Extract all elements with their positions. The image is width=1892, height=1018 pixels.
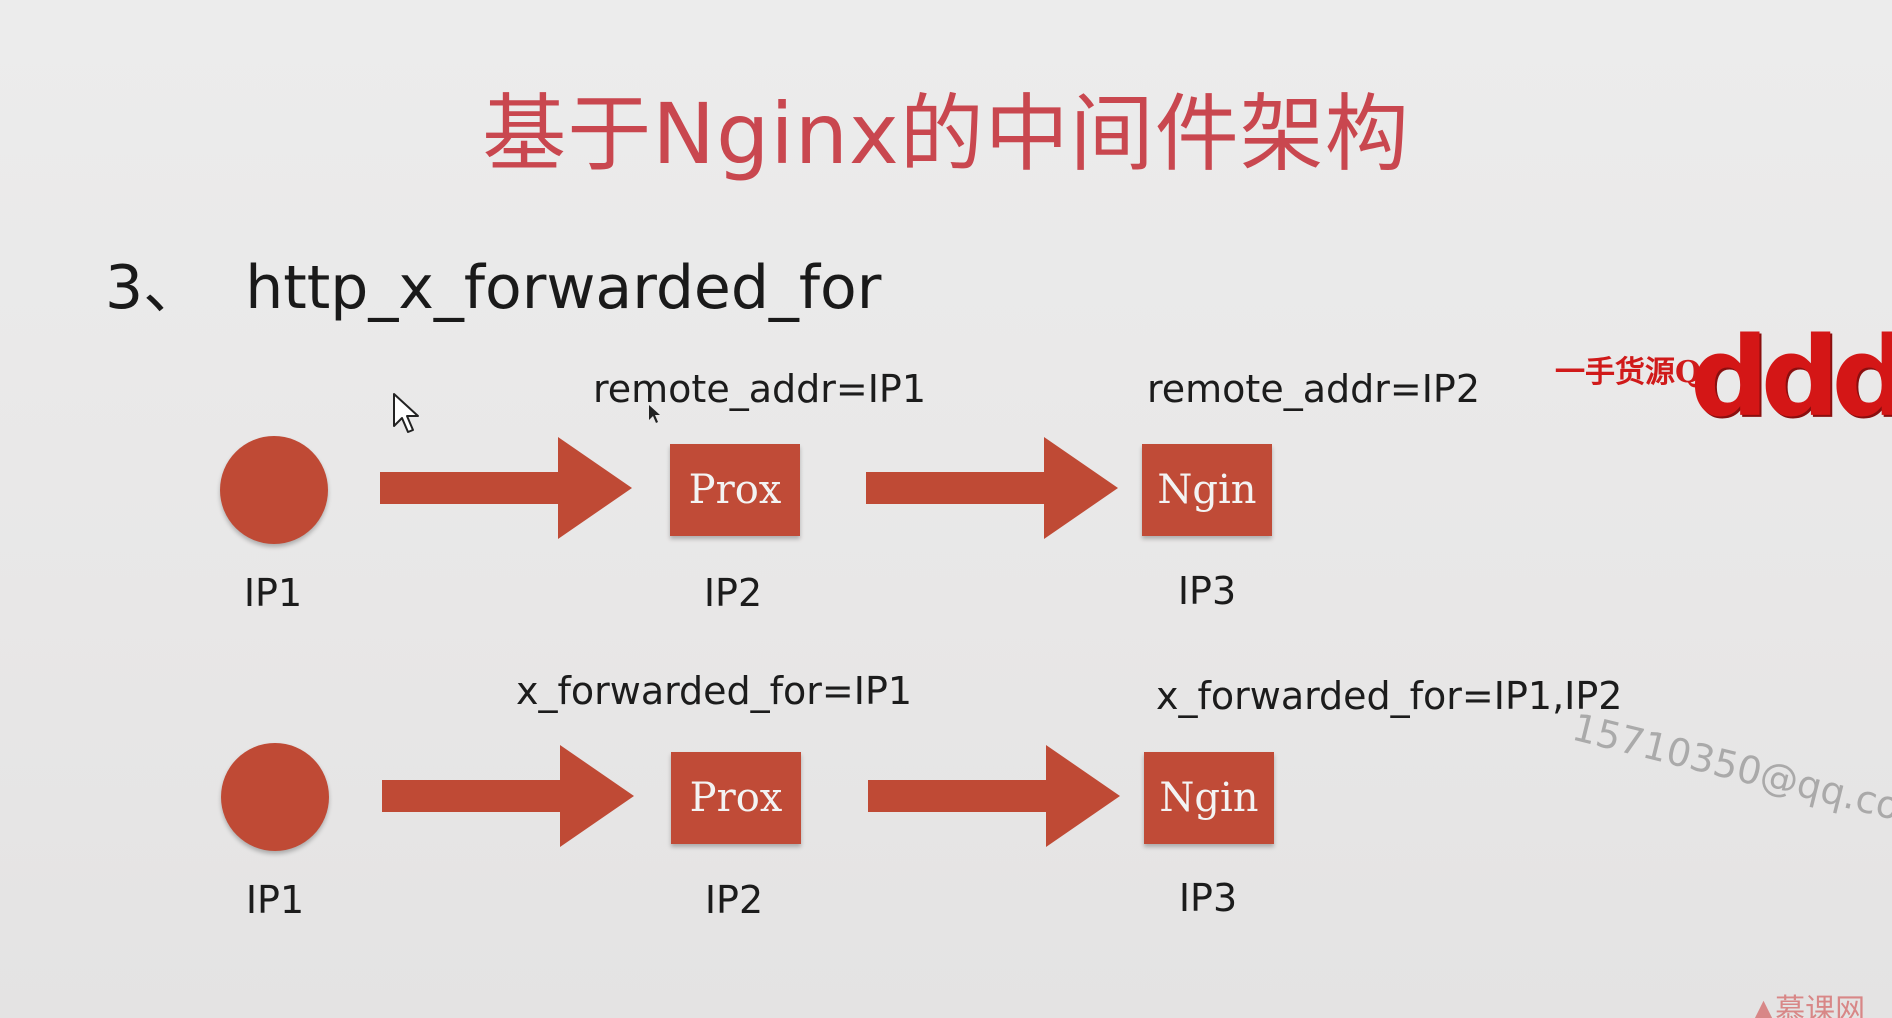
- row2-arrow-2-icon: [868, 745, 1120, 847]
- row1-arrow-1-icon: [380, 437, 632, 539]
- watermark-big: dddd: [1690, 313, 1892, 441]
- row2-nginx-label: x_forwarded_for=IP1,IP2: [1156, 674, 1623, 718]
- row2-proxy-ip: IP2: [704, 878, 764, 922]
- row1-nginx-box: Ngin: [1142, 444, 1272, 536]
- slide-title: 基于Nginx的中间件架构: [482, 85, 1410, 183]
- row2-proxy-box: Prox: [671, 752, 801, 844]
- row2-proxy-label: x_forwarded_for=IP1: [516, 669, 913, 713]
- row1-proxy-label: remote_addr=IP1: [593, 367, 927, 411]
- row1-proxy-ip: IP2: [703, 571, 763, 615]
- watermark-text: 一手货源Q: [1555, 355, 1702, 390]
- section-number: 3、: [105, 253, 204, 323]
- row2-nginx-ip: IP3: [1178, 876, 1238, 920]
- row1-proxy-box: Prox: [670, 444, 800, 536]
- row1-client-node: [220, 436, 328, 544]
- row1-nginx-ip: IP3: [1177, 569, 1237, 613]
- row1-client-ip: IP1: [243, 571, 303, 615]
- small-cursor-icon: [649, 405, 660, 423]
- row1-nginx-label: remote_addr=IP2: [1147, 367, 1481, 411]
- section-heading: 3、 http_x_forwarded_for: [105, 258, 881, 318]
- row2-client-node: [221, 743, 329, 851]
- corner-logo: ▲慕课网: [1752, 993, 1866, 1018]
- slide: 基于Nginx的中间件架构 3、 http_x_forwarded_for rem…: [0, 0, 1892, 1018]
- mouse-cursor-icon: [393, 393, 419, 433]
- row2-client-ip: IP1: [245, 878, 305, 922]
- email-watermark: 15710350@qq.com: [1568, 705, 1892, 838]
- row2-arrow-1-icon: [382, 745, 634, 847]
- section-title: http_x_forwarded_for: [245, 253, 882, 323]
- row2-nginx-box: Ngin: [1144, 752, 1274, 844]
- row1-arrow-2-icon: [866, 437, 1118, 539]
